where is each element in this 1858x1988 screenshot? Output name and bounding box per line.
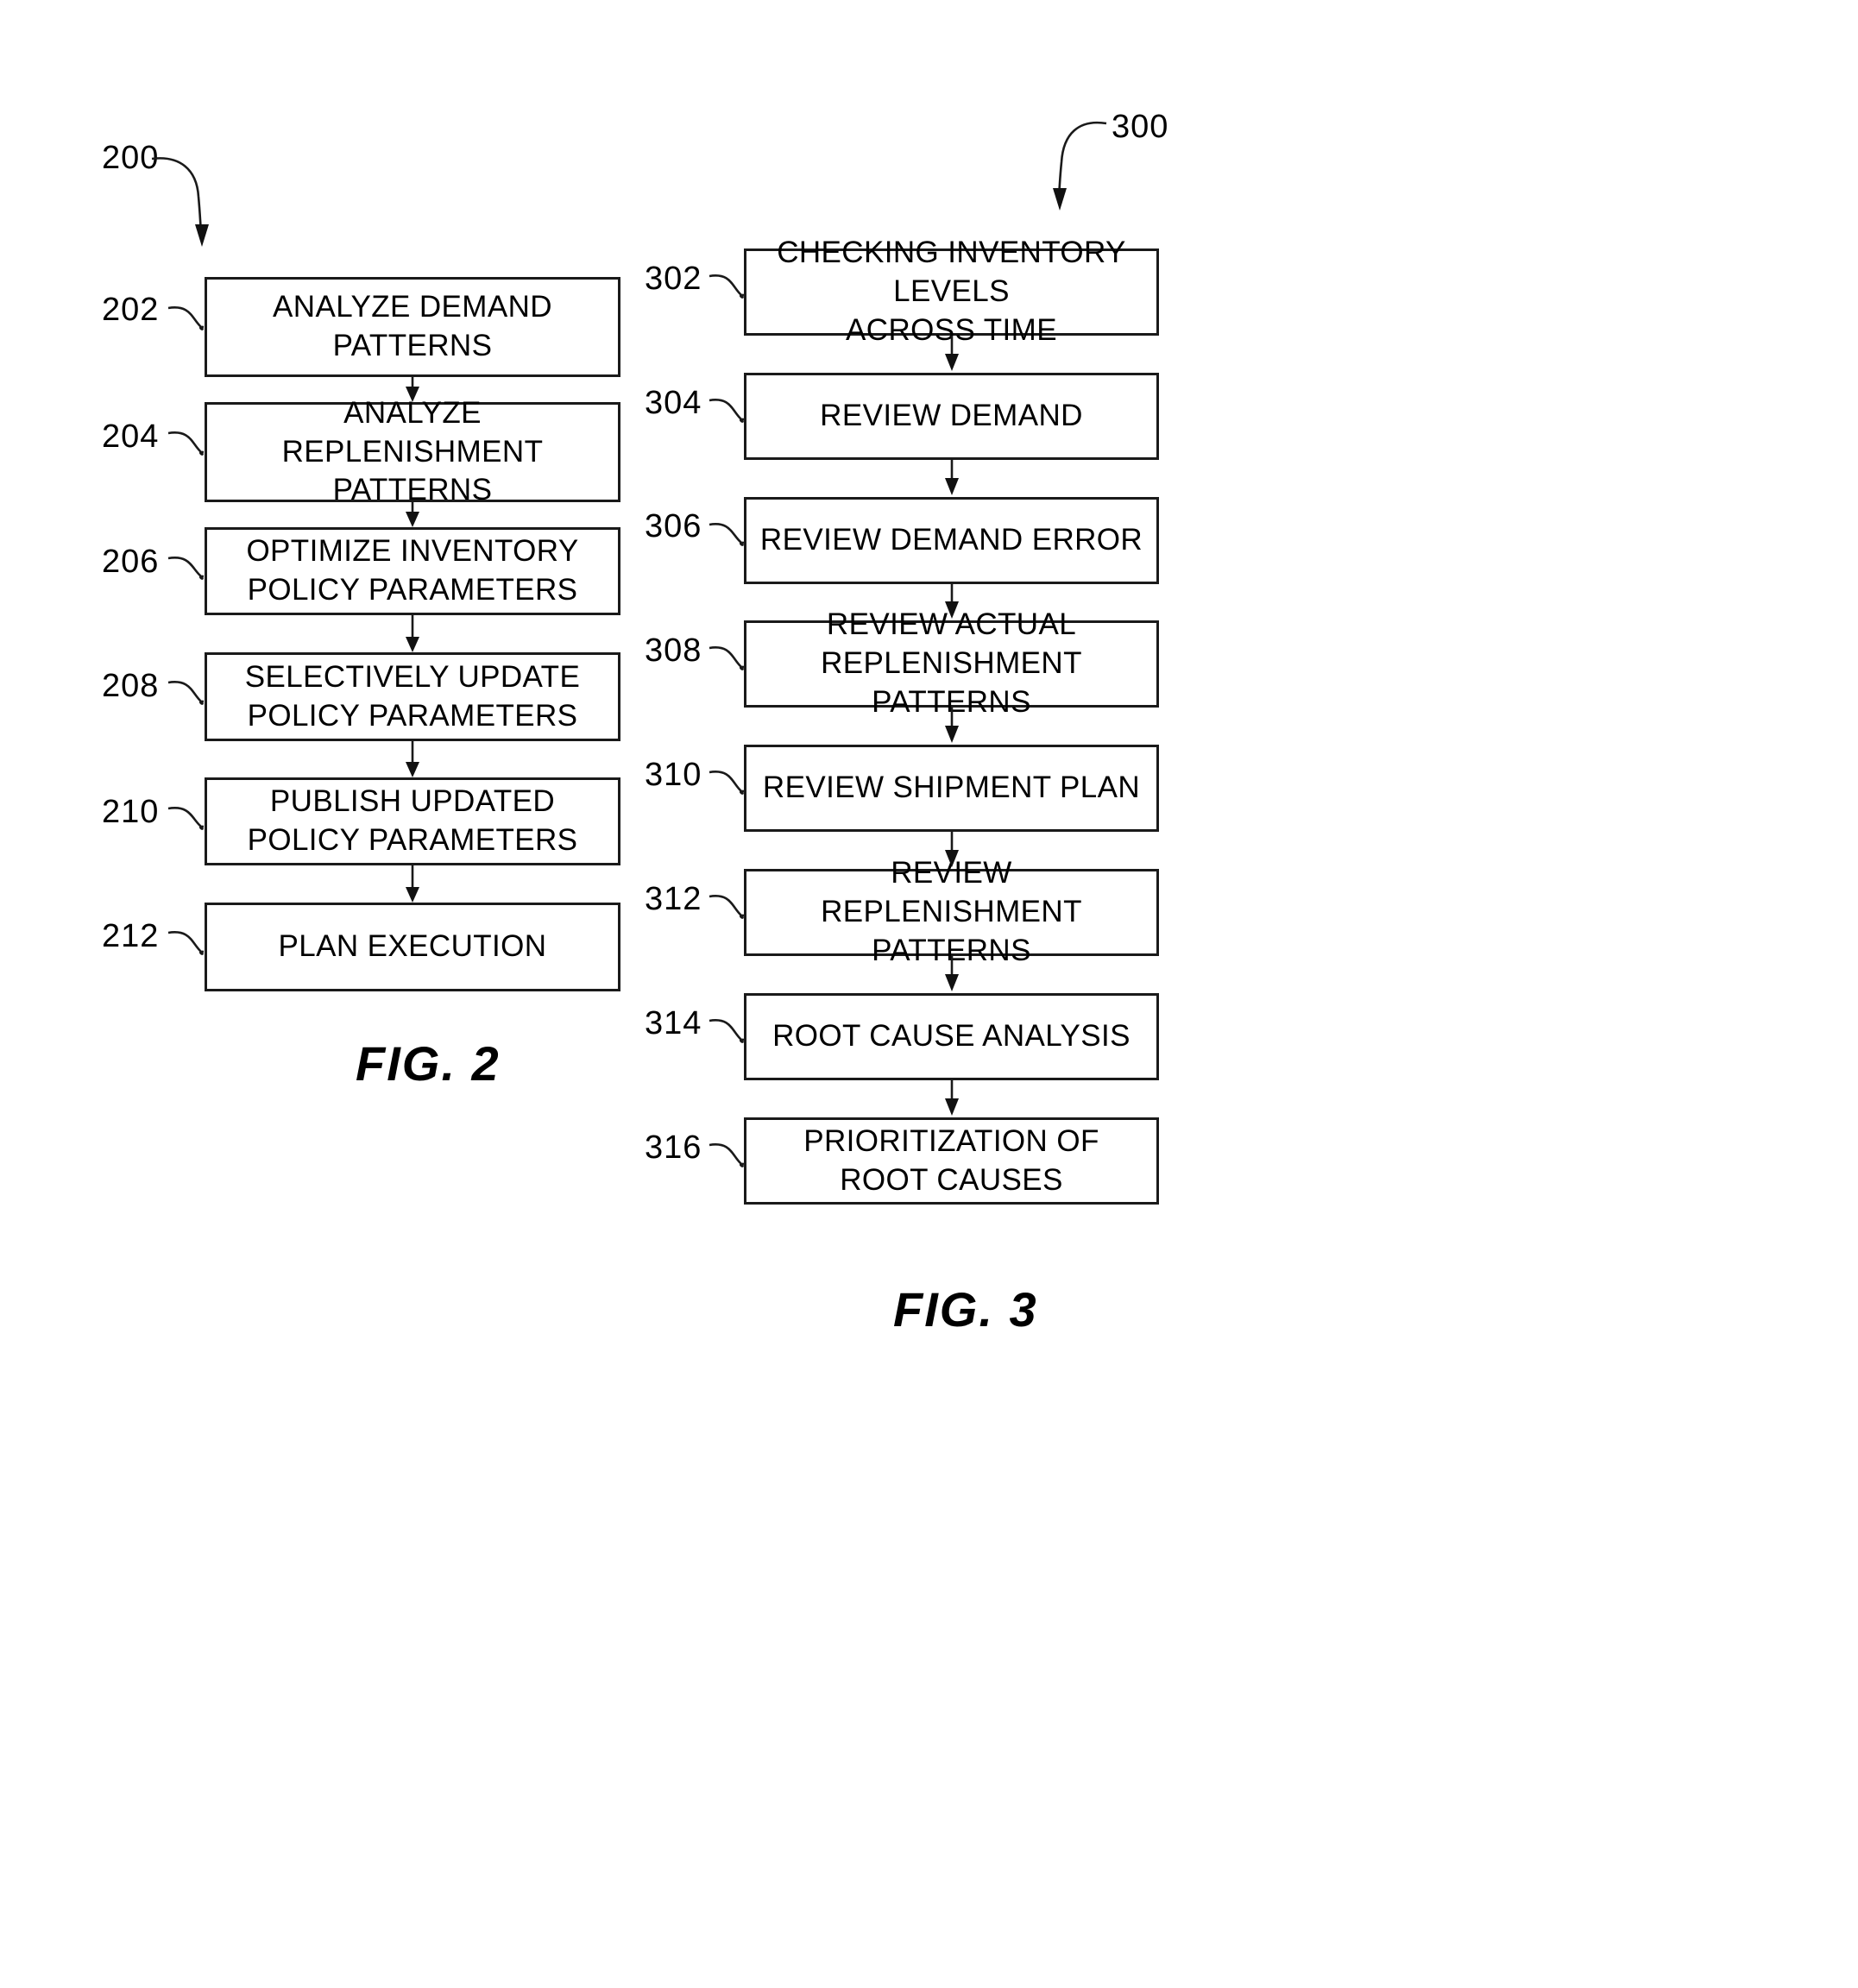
step-reference-numeral-206: 206	[102, 544, 160, 580]
flow-step-label-208: SELECTIVELY UPDATE POLICY PARAMETERS	[244, 659, 581, 733]
step-reference-numeral-302: 302	[645, 261, 702, 297]
step-reference-numeral-212: 212	[102, 918, 160, 954]
flow-step-label-210: PUBLISH UPDATED POLICY PARAMETERS	[247, 784, 578, 857]
step-reference-numeral-204: 204	[102, 418, 160, 455]
flow-step-label-204: ANALYZE REPLENISHMENT PATTERNS	[281, 395, 544, 507]
flow-step-box-206: OPTIMIZE INVENTORY POLICY PARAMETERS	[205, 527, 620, 615]
step-reference-numeral-210: 210	[102, 794, 160, 830]
flow-reference-numeral-200: 200	[102, 140, 160, 176]
step-reference-numeral-306: 306	[645, 508, 702, 544]
flow-step-label-202: ANALYZE DEMAND PATTERNS	[273, 290, 552, 362]
flow-step-box-316: PRIORITIZATION OF ROOT CAUSES	[744, 1117, 1159, 1205]
flow-step-box-308: REVIEW ACTUAL REPLENISHMENT PATTERNS	[744, 607, 1159, 719]
flow-reference-numeral-300: 300	[1112, 109, 1169, 145]
flow-step-label-306: REVIEW DEMAND ERROR	[759, 523, 1143, 557]
step-reference-numeral-304: 304	[645, 385, 702, 421]
flow-step-label-308: REVIEW ACTUAL REPLENISHMENT PATTERNS	[821, 607, 1082, 719]
flow-step-box-306: REVIEW DEMAND ERROR	[744, 497, 1159, 584]
flow-step-label-206: OPTIMIZE INVENTORY POLICY PARAMETERS	[246, 534, 579, 607]
flow-step-box-310: REVIEW SHIPMENT PLAN	[744, 745, 1159, 832]
flow-step-box-202: ANALYZE DEMAND PATTERNS	[205, 277, 620, 377]
flow-step-box-304: REVIEW DEMAND	[744, 373, 1159, 460]
figure-caption-fig-2: FIG. 2	[356, 1036, 501, 1091]
step-reference-numeral-314: 314	[645, 1005, 702, 1041]
step-reference-numeral-308: 308	[645, 632, 702, 669]
step-reference-numeral-310: 310	[645, 757, 702, 793]
flow-step-label-212: PLAN EXECUTION	[278, 929, 547, 964]
flow-step-label-304: REVIEW DEMAND	[820, 399, 1083, 433]
flow-step-box-314: ROOT CAUSE ANALYSIS	[744, 993, 1159, 1080]
figure-caption-fig-3: FIG. 3	[893, 1282, 1038, 1337]
flow-step-box-210: PUBLISH UPDATED POLICY PARAMETERS	[205, 777, 620, 865]
flow-step-label-314: ROOT CAUSE ANALYSIS	[772, 1019, 1131, 1054]
patent-drawing-sheet: 200 202 ANALYZE DEMAND PATTERNS 204 ANAL…	[0, 0, 1858, 1988]
flow-step-label-316: PRIORITIZATION OF ROOT CAUSES	[803, 1123, 1099, 1197]
flow-step-box-212: PLAN EXECUTION	[205, 903, 620, 991]
flow-step-box-204: ANALYZE REPLENISHMENT PATTERNS	[205, 396, 620, 506]
flow-step-label-310: REVIEW SHIPMENT PLAN	[762, 771, 1141, 805]
step-reference-numeral-208: 208	[102, 668, 160, 704]
flow-step-box-208: SELECTIVELY UPDATE POLICY PARAMETERS	[205, 652, 620, 741]
step-reference-numeral-316: 316	[645, 1129, 702, 1166]
flow-step-box-302: CHECKING INVENTORY LEVELS ACROSS TIME	[744, 236, 1159, 347]
flow-step-box-312: REVIEW REPLENISHMENT PATTERNS	[744, 856, 1159, 967]
step-reference-numeral-202: 202	[102, 292, 160, 328]
flow-step-label-302: CHECKING INVENTORY LEVELS ACROSS TIME	[777, 236, 1126, 347]
flow-step-label-312: REVIEW REPLENISHMENT PATTERNS	[821, 856, 1082, 967]
step-reference-numeral-312: 312	[645, 881, 702, 917]
